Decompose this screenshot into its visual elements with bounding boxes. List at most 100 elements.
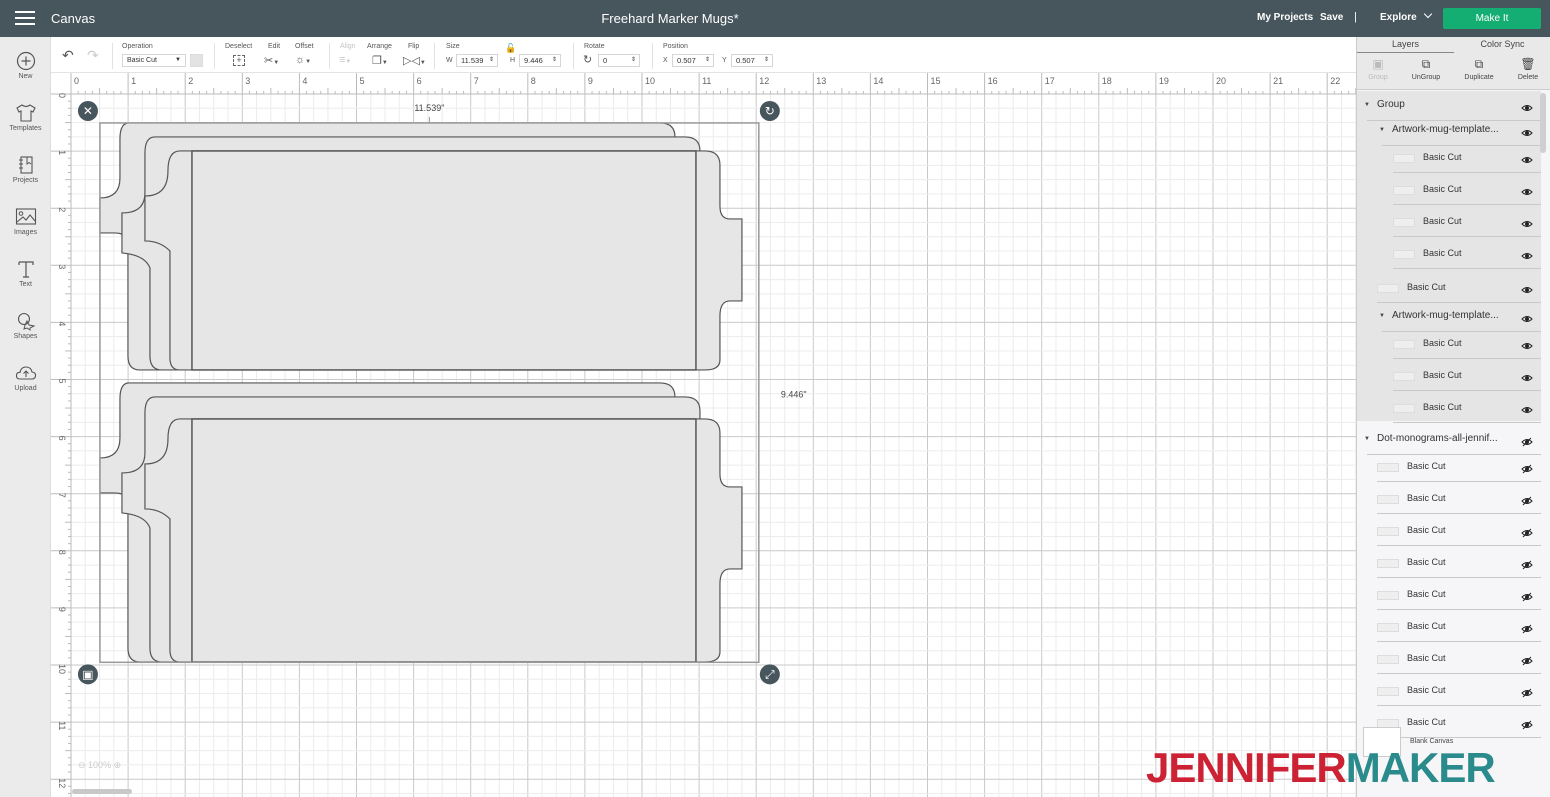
ungroup-button[interactable]: ⧉ UnGroup bbox=[1402, 57, 1450, 81]
layer-row[interactable]: Basic Cut bbox=[1357, 239, 1541, 269]
flip-icon[interactable]: ▷◁▼ bbox=[403, 54, 426, 67]
layer-row[interactable]: Basic Cut bbox=[1357, 175, 1541, 205]
eye-icon[interactable] bbox=[1521, 248, 1533, 259]
horizontal-scrollbar[interactable] bbox=[72, 789, 132, 794]
layer-name: Dot-monograms-all-jennif... bbox=[1377, 433, 1498, 444]
ruler-label: 5 bbox=[360, 76, 365, 86]
deselect-button[interactable]: + bbox=[233, 55, 245, 66]
sidebar-label: Templates bbox=[9, 125, 42, 132]
sidebar-item-images[interactable]: Images bbox=[0, 206, 51, 236]
design-canvas[interactable]: 0 1 2 3 4 5 6 7 8 9 10 11 12 13 14 15 16 17 18 19 20 21 22 0 1 2 3… bbox=[51, 73, 1356, 797]
layer-row[interactable]: Basic Cut bbox=[1357, 329, 1541, 359]
canvas-grid[interactable]: 0 1 2 3 4 5 6 7 8 9 10 11 12 13 14 15 16 17 18 19 20 21 220123… bbox=[51, 73, 1356, 797]
layer-row[interactable]: Basic Cut bbox=[1357, 273, 1541, 303]
layer-row[interactable]: Basic Cut bbox=[1357, 676, 1541, 706]
eye-icon[interactable] bbox=[1521, 370, 1533, 381]
width-input[interactable]: 11.539 ⇕ bbox=[456, 54, 498, 67]
caret-down-icon[interactable]: ▼ bbox=[1379, 127, 1385, 133]
eye-hidden-icon[interactable] bbox=[1521, 461, 1533, 474]
trash-icon: 🗑 bbox=[1520, 57, 1536, 71]
zoom-control[interactable]: ⊖ 100% ⊕ bbox=[78, 760, 121, 771]
y-position-input[interactable]: 0.507 ⇕ bbox=[731, 54, 773, 67]
eye-icon[interactable] bbox=[1521, 216, 1533, 227]
lock-aspect-icon[interactable]: 🔓 bbox=[505, 43, 516, 54]
sidebar-item-upload[interactable]: Upload bbox=[0, 362, 51, 392]
eye-icon[interactable] bbox=[1521, 402, 1533, 413]
eye-hidden-icon[interactable] bbox=[1521, 493, 1533, 506]
sidebar-item-projects[interactable]: Projects bbox=[0, 154, 51, 184]
layer-row[interactable]: ▼ Artwork-mug-template... bbox=[1357, 116, 1541, 146]
eye-hidden-icon[interactable] bbox=[1521, 589, 1533, 602]
row-divider bbox=[1377, 705, 1541, 706]
caret-down-icon[interactable]: ▼ bbox=[1364, 436, 1370, 442]
delete-button[interactable]: 🗑 Delete bbox=[1504, 57, 1550, 81]
my-projects-link[interactable]: My Projects bbox=[1257, 12, 1313, 23]
eye-hidden-icon[interactable] bbox=[1521, 434, 1533, 447]
layer-row[interactable]: Basic Cut bbox=[1357, 393, 1541, 423]
layer-row[interactable]: Basic Cut bbox=[1357, 644, 1541, 674]
tab-layers[interactable]: Layers bbox=[1357, 37, 1454, 53]
group-button[interactable]: ▣ Group bbox=[1354, 57, 1402, 81]
layer-row[interactable]: Basic Cut bbox=[1357, 516, 1541, 546]
layer-row[interactable]: Basic Cut bbox=[1357, 580, 1541, 610]
arrange-icon[interactable]: ❐▼ bbox=[372, 54, 388, 67]
sidebar-item-text[interactable]: Text bbox=[0, 258, 51, 288]
operation-select[interactable]: Basic Cut ▼ bbox=[122, 54, 186, 67]
edit-toolbar: ↶ ↷ Operation Basic Cut ▼ Deselect + Edit… bbox=[51, 37, 1356, 73]
height-input[interactable]: 9.446 ⇕ bbox=[519, 54, 561, 67]
caret-down-icon[interactable]: ▼ bbox=[1379, 313, 1385, 319]
layer-row[interactable]: Basic Cut bbox=[1357, 548, 1541, 578]
explore-label: Explore bbox=[1380, 12, 1417, 23]
eye-hidden-icon[interactable] bbox=[1521, 525, 1533, 538]
sidebar-item-templates[interactable]: Templates bbox=[0, 102, 51, 132]
eye-hidden-icon[interactable] bbox=[1521, 717, 1533, 730]
make-it-button[interactable]: Make It bbox=[1443, 8, 1541, 29]
rotate-value: 0 bbox=[603, 56, 608, 65]
eye-hidden-icon[interactable] bbox=[1521, 653, 1533, 666]
tab-color-sync[interactable]: Color Sync bbox=[1454, 37, 1550, 53]
eye-icon[interactable] bbox=[1521, 184, 1533, 195]
ruler-label: 3 bbox=[245, 76, 250, 86]
edit-scissors-icon[interactable]: ✂▼ bbox=[264, 54, 279, 67]
group-icon: ▣ bbox=[1372, 57, 1384, 71]
deselect-label: Deselect bbox=[225, 43, 253, 50]
operation-label: Operation bbox=[122, 43, 153, 50]
eye-hidden-icon[interactable] bbox=[1521, 557, 1533, 570]
explore-menu[interactable]: Explore bbox=[1380, 9, 1432, 23]
align-icon[interactable]: ≡▼ bbox=[339, 54, 351, 66]
layer-row[interactable]: ▼ Dot-monograms-all-jennif... bbox=[1357, 425, 1541, 455]
color-swatch[interactable] bbox=[190, 54, 203, 67]
layer-name: Basic Cut bbox=[1423, 216, 1462, 226]
eye-icon[interactable] bbox=[1521, 338, 1533, 349]
rotate-handle-icon-glyph: ↻ bbox=[765, 104, 775, 118]
ruler-label: 1 bbox=[131, 76, 136, 86]
eye-icon[interactable] bbox=[1521, 282, 1533, 293]
layer-row[interactable]: ▼ Artwork-mug-template... bbox=[1357, 302, 1541, 332]
eye-icon[interactable] bbox=[1521, 311, 1533, 322]
layer-row[interactable]: Basic Cut bbox=[1357, 207, 1541, 237]
rotate-input[interactable]: 0 ⇕ bbox=[598, 54, 640, 67]
close-handle-icon-glyph: ✕ bbox=[83, 104, 93, 118]
sidebar-item-new[interactable]: New bbox=[0, 50, 51, 80]
eye-icon[interactable] bbox=[1521, 125, 1533, 136]
caret-down-icon[interactable]: ▼ bbox=[1364, 102, 1370, 108]
row-divider bbox=[1377, 513, 1541, 514]
layer-name: Basic Cut bbox=[1407, 589, 1446, 599]
layer-row[interactable]: Basic Cut bbox=[1357, 143, 1541, 173]
offset-icon[interactable]: ☼▼ bbox=[295, 54, 311, 66]
x-position-input[interactable]: 0.507 ⇕ bbox=[672, 54, 714, 67]
layer-row[interactable]: Basic Cut bbox=[1357, 612, 1541, 642]
eye-icon[interactable] bbox=[1521, 100, 1533, 111]
sidebar-item-shapes[interactable]: Shapes bbox=[0, 310, 51, 340]
eye-hidden-icon[interactable] bbox=[1521, 685, 1533, 698]
redo-icon[interactable]: ↷ bbox=[87, 47, 99, 64]
undo-icon[interactable]: ↶ bbox=[62, 47, 74, 64]
save-link[interactable]: Save bbox=[1320, 12, 1343, 23]
layer-row[interactable]: Basic Cut bbox=[1357, 361, 1541, 391]
eye-icon[interactable] bbox=[1521, 152, 1533, 163]
duplicate-button[interactable]: ⧉ Duplicate bbox=[1455, 57, 1503, 81]
layers-scrollbar[interactable] bbox=[1540, 93, 1546, 153]
layer-row[interactable]: Basic Cut bbox=[1357, 484, 1541, 514]
eye-hidden-icon[interactable] bbox=[1521, 621, 1533, 634]
layer-row[interactable]: Basic Cut bbox=[1357, 452, 1541, 482]
